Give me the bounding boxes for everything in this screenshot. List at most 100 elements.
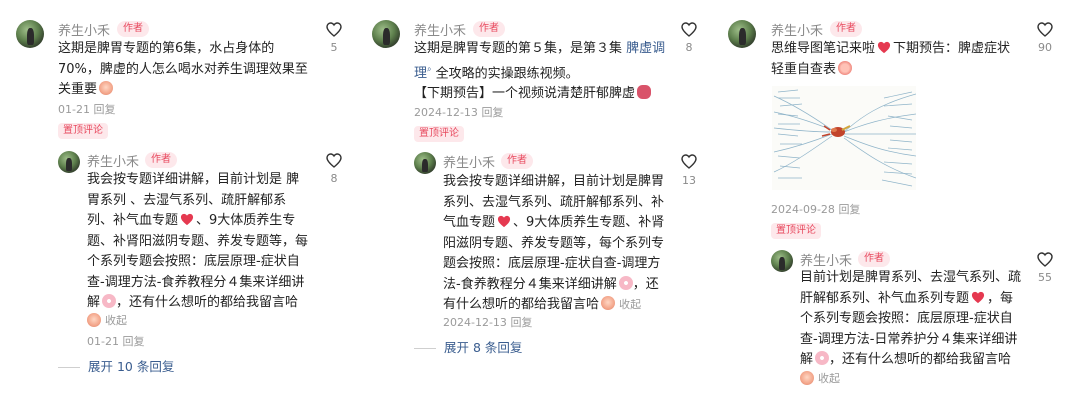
avatar[interactable] — [16, 20, 44, 48]
avatar[interactable] — [414, 152, 436, 174]
heart-emoji-icon — [497, 215, 511, 228]
comment-date: 01-21 — [87, 335, 119, 348]
reply-line: 、9大体质养生专题、补肾 — [513, 215, 665, 230]
author-badge: 作者 — [501, 153, 533, 169]
comment-column-3: 养生小禾 作者 思维导图笔记来啦 下期预告：脾虚症状 轻重自查表 90 2024-… — [712, 0, 1080, 410]
reply-line: 气血专题 — [443, 215, 496, 230]
author-name[interactable]: 养生小禾 — [58, 20, 110, 39]
mind-map-image[interactable] — [772, 86, 916, 190]
reply-line: 目前计划是脾胃系列、去湿气系列、疏 — [800, 270, 1022, 285]
reply-link[interactable]: 回复 — [510, 316, 532, 329]
author-badge: 作者 — [830, 21, 862, 37]
author-badge: 作者 — [117, 21, 149, 37]
reply-line: 个系列专题会按照：底层原理-症状自 — [87, 254, 300, 269]
flower-icon — [618, 275, 633, 290]
reply-line: 查-调理方法-日常养护分４集来详细讲 — [800, 331, 1018, 347]
comment-date: 2024-09-28 — [771, 203, 835, 216]
reply-line: 解 — [800, 352, 814, 367]
comment-date: 2024-12-13 — [414, 106, 478, 119]
reply-line: 查-调理方法-食养教程分４集来详细讲 — [87, 274, 305, 290]
author-badge: 作者 — [858, 251, 890, 267]
heart-emoji-icon — [180, 213, 194, 226]
reply-line: ，还有什么想听的都给我留言哈 — [829, 352, 1012, 367]
reply-meta: 2024-12-13 回复 — [443, 314, 532, 330]
collapse-link[interactable]: 收起 — [800, 370, 840, 386]
face-icon — [87, 313, 101, 327]
author-badge: 作者 — [145, 152, 177, 168]
reply-line: 系列、去湿气系列、疏肝解郁系列、补 — [443, 194, 665, 210]
like-count: 90 — [1038, 41, 1052, 54]
like-count: 8 — [685, 41, 693, 54]
reply-line: 我会按专题详细讲解，目前计划是 脾 — [87, 172, 300, 187]
author-name[interactable]: 养生小禾 — [800, 250, 852, 269]
reply-line: ，还 — [632, 276, 659, 292]
divider — [58, 367, 80, 368]
author-name[interactable]: 养生小禾 — [771, 20, 823, 39]
reply-line: 我会按专题详细讲解，目前计划是脾胃 — [443, 174, 665, 189]
reply-text: 目前计划是脾胃系列、去湿气系列、疏 肝解郁系列、补气血系列专题 ，每 个系列专题会… — [800, 268, 1021, 371]
pinned-badge: 置顶评论 — [414, 126, 464, 142]
heart-icon[interactable] — [1037, 22, 1053, 37]
comment-date: 01-21 — [58, 103, 90, 116]
reply-line: 阳滋阴专题、养发专题等，每个系列专 — [443, 235, 665, 251]
reply-line: 肝解郁系列、补气血系列专题 — [800, 290, 970, 306]
collapse-link[interactable]: 收起 — [619, 298, 641, 311]
reply-line: 列、补气血专题 — [87, 213, 179, 228]
like-count: 55 — [1038, 271, 1052, 284]
expand-replies-button[interactable]: 展开 8 条回复 — [414, 337, 522, 356]
flower-icon — [102, 294, 117, 308]
heart-icon[interactable] — [1037, 252, 1053, 267]
reply-line: 题会按照：底层原理-症状自查-调理方 — [443, 256, 661, 271]
heart-icon[interactable] — [326, 153, 342, 168]
expand-replies-button[interactable]: 展开 10 条回复 — [58, 356, 174, 375]
heart-emoji-icon — [877, 41, 891, 54]
reply-line: 、9大体质养生专 — [196, 213, 296, 228]
comment-line: 轻重自查表 — [771, 61, 837, 77]
face-icon — [601, 296, 616, 310]
heart-emoji-icon — [971, 291, 985, 303]
topic-link[interactable]: 脾虚调 — [626, 41, 665, 56]
author-name[interactable]: 养生小禾 — [414, 20, 466, 39]
comment-column-1: 养生小禾 作者 这期是脾胃专题的第6集，水占身体的 70%，脾虚的人怎么喝水对养… — [0, 0, 355, 410]
comment-line: 全攻略的实操跟练视频。 — [435, 65, 579, 81]
author-name[interactable]: 养生小禾 — [443, 152, 495, 171]
divider — [414, 348, 436, 349]
comment-text: 这期是脾胃专题的第6集，水占身体的 70%，脾虚的人怎么喝水对养生调理效果至 关… — [58, 39, 308, 101]
heart-icon[interactable] — [326, 22, 342, 37]
reply-line: 胃系列 、去湿气系列、疏肝解郁系 — [87, 192, 287, 208]
author-name[interactable]: 养生小禾 — [87, 151, 139, 170]
comment-text: 思维导图笔记来啦 下期预告：脾虚症状 轻重自查表 — [771, 39, 1010, 80]
avatar[interactable] — [372, 20, 400, 48]
face-icon — [99, 81, 114, 95]
reply-line: 有什么想听的都给我留言哈 — [443, 297, 600, 312]
avatar[interactable] — [771, 250, 793, 272]
reply-link[interactable]: 回复 — [93, 103, 115, 116]
search-icon: ⌕ — [427, 64, 432, 74]
collapse-link[interactable]: 收起 — [87, 312, 127, 328]
heart-icon[interactable] — [681, 154, 697, 169]
author-badge: 作者 — [473, 21, 505, 37]
comment-line: 这期是脾胃专题的第５集，是第３集 — [414, 41, 623, 56]
avatar[interactable] — [58, 151, 80, 173]
like-count: 13 — [682, 174, 696, 187]
reply-line: 个系列专题会按照：底层原理-症状自 — [800, 311, 1013, 326]
topic-link[interactable]: 理⌕ — [414, 64, 432, 81]
comment-meta: 2024-12-13 回复 — [414, 104, 503, 120]
reply-line: ，每 — [987, 290, 1014, 306]
face-icon — [800, 371, 814, 385]
avatar[interactable] — [728, 20, 756, 48]
comment-meta: 01-21 回复 — [58, 101, 115, 117]
reply-line: 题、补肾阳滋阴专题、养发专题等，每 — [87, 233, 309, 249]
comment-meta: 2024-09-28 回复 — [771, 201, 860, 217]
reply-link[interactable]: 回复 — [838, 203, 860, 216]
reply-text: 我会按专题详细讲解，目前计划是 脾 胃系列 、去湿气系列、疏肝解郁系 列、补气血… — [87, 170, 308, 314]
comment-line: 这期是脾胃专题的第6集，水占身体的 — [58, 41, 275, 56]
reply-link[interactable]: 回复 — [481, 106, 503, 119]
reply-meta: 01-21 回复 — [87, 333, 144, 349]
reply-line: 法-食养教程分４集来详细讲解 — [443, 276, 617, 292]
heart-icon[interactable] — [681, 22, 697, 37]
pig-face-icon — [838, 60, 853, 75]
comment-line: 下期预告：脾虚症状 — [893, 41, 1011, 56]
comment-line: 【下期预告】一个视频说清楚肝郁脾虚 — [414, 86, 636, 102]
reply-link[interactable]: 回复 — [122, 335, 144, 348]
